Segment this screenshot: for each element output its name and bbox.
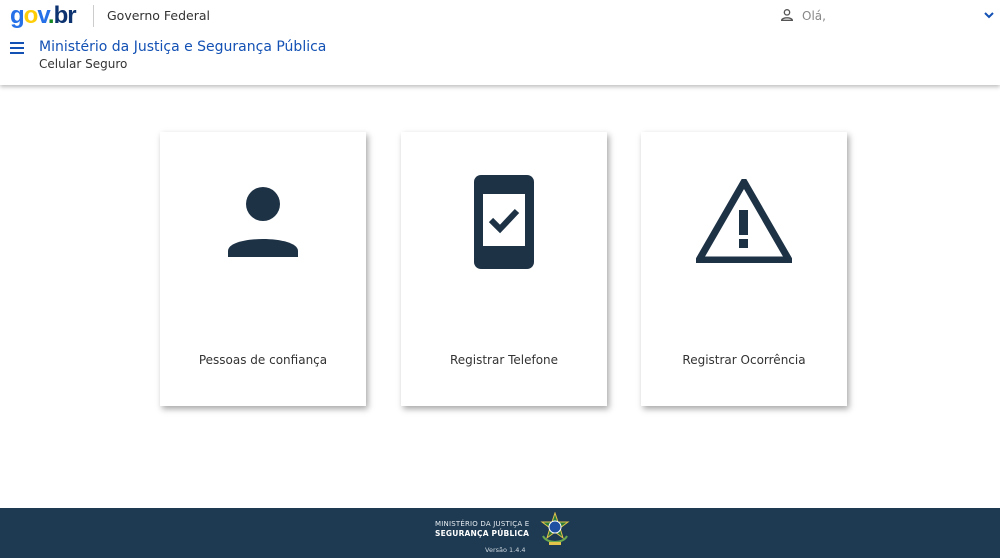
header-divider xyxy=(93,5,94,27)
card-registrar-ocorrencia[interactable]: Registrar Ocorrência xyxy=(641,132,847,406)
person-icon xyxy=(228,187,298,257)
govbr-logo[interactable]: gov.br xyxy=(10,2,77,30)
card-pessoas-de-confianca[interactable]: Pessoas de confiança xyxy=(160,132,366,406)
footer-ministry-line2: SEGURANÇA PÚBLICA xyxy=(435,529,530,538)
card-label: Registrar Telefone xyxy=(449,353,559,367)
card-registrar-telefone[interactable]: Registrar Telefone xyxy=(401,132,607,406)
app-subtitle: Celular Seguro xyxy=(39,57,128,71)
version-label: Versão 1.4.4 xyxy=(485,546,526,554)
chevron-down-icon[interactable] xyxy=(983,9,995,21)
government-label: Governo Federal xyxy=(107,8,210,23)
ministry-title: Ministério da Justiça e Segurança Públic… xyxy=(39,39,327,55)
footer: MINISTÉRIO DA JUSTIÇA E SEGURANÇA PÚBLIC… xyxy=(0,508,1000,558)
coat-of-arms-icon xyxy=(540,512,570,545)
user-icon[interactable] xyxy=(779,7,795,23)
footer-ministry-line1: MINISTÉRIO DA JUSTIÇA E xyxy=(435,520,530,528)
phone-check-icon xyxy=(474,175,534,269)
card-label: Registrar Ocorrência xyxy=(682,353,806,367)
menu-icon[interactable] xyxy=(10,42,24,54)
card-label: Pessoas de confiança xyxy=(198,353,328,367)
header: gov.br Governo Federal Olá, Ministério d… xyxy=(0,0,1000,85)
user-greeting[interactable]: Olá, xyxy=(802,9,826,23)
warning-icon xyxy=(696,179,792,263)
